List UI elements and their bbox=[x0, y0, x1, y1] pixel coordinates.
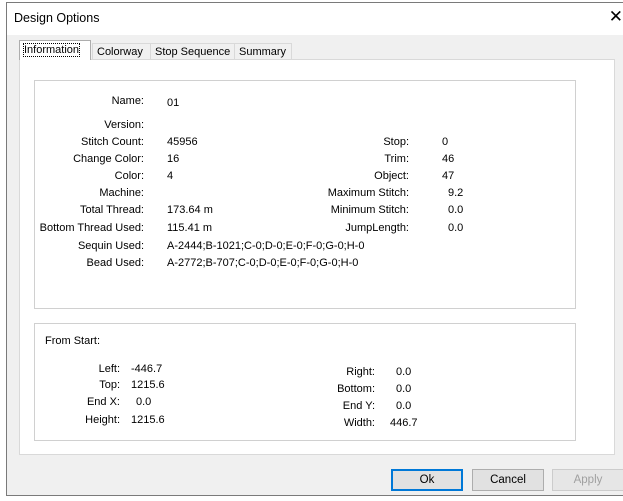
min-stitch-value: 0.0 bbox=[448, 204, 464, 216]
jump-length-value: 0.0 bbox=[448, 222, 464, 234]
end-x-value: 0.0 bbox=[136, 396, 152, 408]
color-label: Color: bbox=[114, 170, 144, 182]
tab-stop-sequence[interactable]: Stop Sequence bbox=[150, 43, 236, 60]
bottom-thread-value: 115.41 m bbox=[167, 222, 213, 234]
total-thread-value: 173.64 m bbox=[167, 204, 213, 216]
sequin-used-label: Sequin Used: bbox=[77, 240, 144, 252]
max-stitch-value: 9.2 bbox=[448, 187, 464, 199]
stop-label: Stop: bbox=[383, 136, 409, 148]
object-label: Object: bbox=[374, 170, 409, 182]
apply-button[interactable]: Apply bbox=[552, 469, 623, 491]
trim-label: Trim: bbox=[384, 153, 409, 165]
jump-length-label: JumpLength: bbox=[345, 222, 409, 234]
bottom-label: Bottom: bbox=[337, 383, 375, 395]
end-x-label: End X: bbox=[86, 396, 120, 408]
title-bar: Design Options ✕ bbox=[7, 3, 623, 35]
from-start-group: From Start: Left: -446.7 Top: 1215.6 End… bbox=[34, 323, 576, 441]
name-label: Name: bbox=[111, 95, 144, 107]
tab-summary[interactable]: Summary bbox=[234, 43, 292, 60]
bottom-value: 0.0 bbox=[396, 383, 412, 395]
width-label: Width: bbox=[343, 417, 375, 429]
stitch-count-value: 45956 bbox=[167, 136, 198, 148]
bead-used-label: Bead Used: bbox=[86, 257, 144, 269]
left-label: Left: bbox=[98, 363, 120, 375]
bottom-thread-label: Bottom Thread Used: bbox=[39, 222, 144, 234]
end-y-label: End Y: bbox=[342, 400, 375, 412]
left-value: -446.7 bbox=[131, 363, 163, 375]
tab-summary-label: Summary bbox=[239, 46, 287, 58]
design-info-group: Name: 01 Version: Stitch Count: 45956 Ch… bbox=[34, 80, 576, 309]
right-label: Right: bbox=[346, 366, 375, 378]
stitch-count-label: Stitch Count: bbox=[81, 136, 144, 148]
color-value: 4 bbox=[167, 170, 174, 182]
information-tab-page: Name: 01 Version: Stitch Count: 45956 Ch… bbox=[19, 59, 615, 455]
bead-used-value: A-2772;B-707;C-0;D-0;E-0;F-0;G-0;H-0 bbox=[167, 257, 359, 269]
change-color-label: Change Color: bbox=[73, 153, 144, 165]
version-label: Version: bbox=[104, 119, 144, 131]
height-value: 1215.6 bbox=[131, 414, 165, 426]
tab-information[interactable]: Information bbox=[19, 40, 91, 60]
trim-value: 46 bbox=[442, 153, 455, 165]
ok-button[interactable]: Ok bbox=[391, 469, 463, 491]
object-value: 47 bbox=[442, 170, 455, 182]
tab-colorway-label: Colorway bbox=[97, 46, 143, 58]
right-value: 0.0 bbox=[396, 366, 412, 378]
top-label: Top: bbox=[99, 379, 120, 391]
cancel-button[interactable]: Cancel bbox=[472, 469, 544, 491]
stop-value: 0 bbox=[442, 136, 449, 148]
change-color-value: 16 bbox=[167, 153, 180, 165]
max-stitch-label: Maximum Stitch: bbox=[327, 187, 409, 199]
name-value: 01 bbox=[167, 97, 180, 109]
min-stitch-label: Minimum Stitch: bbox=[330, 204, 409, 216]
total-thread-label: Total Thread: bbox=[79, 204, 144, 216]
top-value: 1215.6 bbox=[131, 379, 165, 391]
tab-colorway[interactable]: Colorway bbox=[92, 43, 152, 60]
tab-stop-sequence-label: Stop Sequence bbox=[155, 46, 231, 58]
end-y-value: 0.0 bbox=[396, 400, 412, 412]
dialog-title: Design Options bbox=[14, 11, 100, 25]
sequin-used-value: A-2444;B-1021;C-0;D-0;E-0;F-0;G-0;H-0 bbox=[167, 240, 365, 252]
machine-label: Machine: bbox=[99, 187, 144, 199]
close-icon[interactable]: ✕ bbox=[609, 8, 623, 25]
design-options-dialog: Design Options ✕ Information Colorway St… bbox=[6, 2, 623, 496]
width-value: 446.7 bbox=[390, 417, 418, 429]
height-label: Height: bbox=[85, 414, 120, 426]
from-start-heading: From Start: bbox=[45, 335, 101, 347]
tab-information-label: Information bbox=[22, 43, 81, 57]
